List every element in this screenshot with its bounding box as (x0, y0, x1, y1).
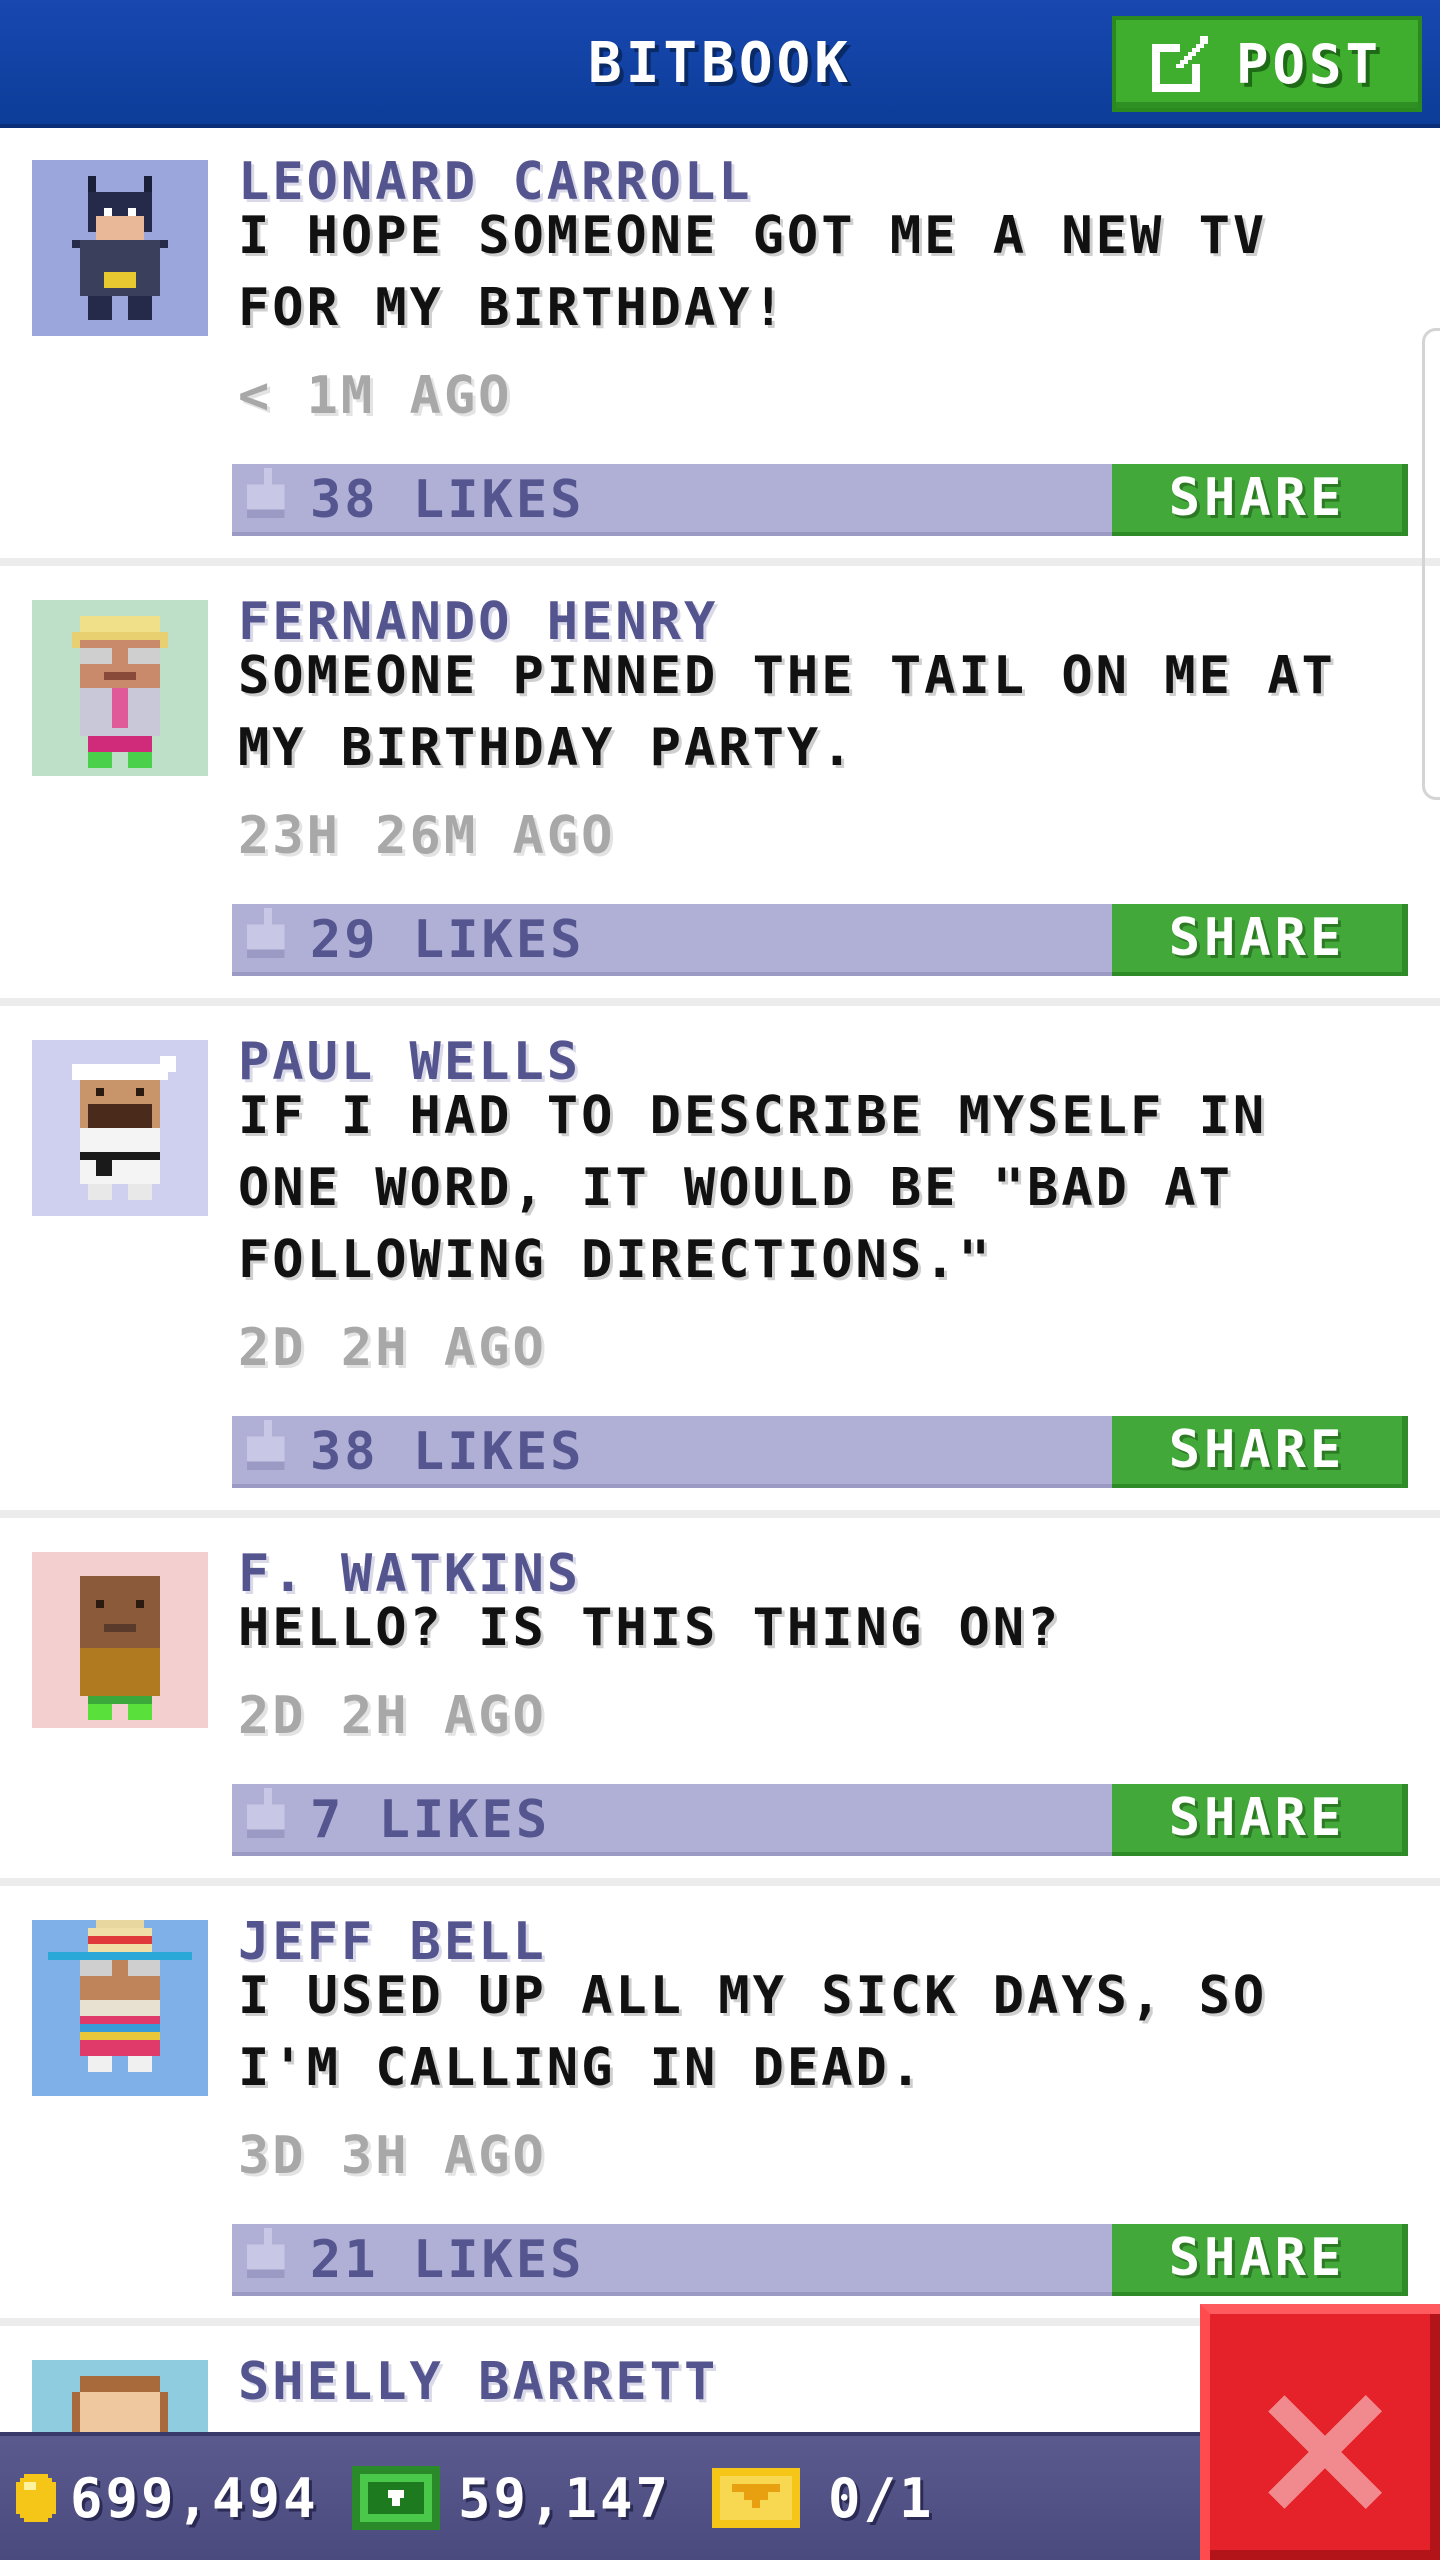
tickets-value: 0/1 (828, 2466, 935, 2530)
likes-bar: 38 LIKES SHARE (232, 1416, 1408, 1488)
feed-post: FERNANDO HENRY SOMEONE PINNED THE TAIL O… (0, 572, 1440, 1006)
bald-man-avatar-icon (80, 1576, 160, 1720)
post-time: < 1M AGO (238, 366, 513, 426)
woman-avatar-icon (72, 2376, 168, 2432)
avatar[interactable] (32, 1920, 208, 2096)
like-button[interactable]: 38 LIKES (232, 464, 584, 536)
post-time: 3D 3H AGO (238, 2126, 547, 2186)
avatar[interactable] (32, 600, 208, 776)
like-button[interactable]: 21 LIKES (232, 2224, 584, 2296)
likes-count: 38 LIKES (310, 1422, 585, 1482)
karate-man-avatar-icon (72, 1056, 176, 1200)
close-icon (1268, 2395, 1382, 2509)
post-author[interactable]: SHELLY BARRETT (238, 2352, 718, 2412)
bux-stat: 59,147 (352, 2436, 671, 2560)
like-button[interactable]: 38 LIKES (232, 1416, 584, 1488)
post-divider (0, 558, 1440, 566)
scroll-indicator[interactable] (1422, 328, 1440, 800)
feed-post: JEFF BELL I USED UP ALL MY SICK DAYS, SO… (0, 1892, 1440, 2326)
coin-icon (16, 2474, 56, 2522)
avatar[interactable] (32, 1552, 208, 1728)
share-button[interactable]: SHARE (1112, 2224, 1408, 2296)
post-time: 23H 26M AGO (238, 806, 616, 866)
thumbs-up-icon (247, 1420, 285, 1470)
likes-bar: 38 LIKES SHARE (232, 464, 1408, 536)
bux-value: 59,147 (458, 2466, 672, 2530)
sombrero-man-avatar-icon (48, 1920, 192, 2072)
post-message: I HOPE SOMEONE GOT ME A NEW TV FOR MY BI… (238, 206, 1268, 338)
like-button[interactable]: 29 LIKES (232, 904, 584, 976)
avatar[interactable] (32, 160, 208, 336)
coins-stat: 699,494 (8, 2436, 319, 2560)
news-feed[interactable]: LEONARD CARROLL I HOPE SOMEONE GOT ME A … (0, 132, 1440, 2432)
post-message: IF I HAD TO DESCRIBE MYSELF IN ONE WORD,… (238, 1086, 1268, 1290)
close-button[interactable] (1200, 2304, 1440, 2560)
app-header: BITBOOK POST (0, 0, 1440, 128)
feed-post: PAUL WELLS IF I HAD TO DESCRIBE MYSELF I… (0, 1012, 1440, 1518)
edit-icon (1152, 36, 1208, 92)
ticket-icon (712, 2468, 800, 2528)
share-button[interactable]: SHARE (1112, 1416, 1408, 1488)
tickets-stat: 0/1 (712, 2436, 935, 2560)
like-button[interactable]: 7 LIKES (232, 1784, 550, 1856)
post-button[interactable]: POST (1112, 16, 1422, 112)
thumbs-up-icon (247, 468, 285, 518)
likes-count: 21 LIKES (310, 2230, 585, 2290)
feed-post: LEONARD CARROLL I HOPE SOMEONE GOT ME A … (0, 132, 1440, 566)
likes-bar: 21 LIKES SHARE (232, 2224, 1408, 2296)
likes-bar: 7 LIKES SHARE (232, 1784, 1408, 1856)
post-time: 2D 2H AGO (238, 1318, 547, 1378)
feed-post: F. WATKINS HELLO? IS THIS THING ON? 2D 2… (0, 1524, 1440, 1886)
blonde-man-avatar-icon (72, 616, 168, 768)
post-divider (0, 1878, 1440, 1886)
thumbs-up-icon (247, 1788, 285, 1838)
post-divider (0, 1510, 1440, 1518)
likes-count: 7 LIKES (310, 1790, 551, 1850)
post-message: SOMEONE PINNED THE TAIL ON ME AT MY BIRT… (238, 646, 1336, 778)
avatar[interactable] (32, 2360, 208, 2432)
likes-count: 29 LIKES (310, 910, 585, 970)
share-button[interactable]: SHARE (1112, 464, 1408, 536)
share-button[interactable]: SHARE (1112, 904, 1408, 976)
post-button-label: POST (1236, 32, 1383, 96)
post-message: HELLO? IS THIS THING ON? (238, 1598, 1062, 1658)
thumbs-up-icon (247, 908, 285, 958)
batman-avatar-icon (72, 176, 168, 320)
post-message: I USED UP ALL MY SICK DAYS, SO I'M CALLI… (238, 1966, 1268, 2098)
share-button[interactable]: SHARE (1112, 1784, 1408, 1856)
avatar[interactable] (32, 1040, 208, 1216)
likes-count: 38 LIKES (310, 470, 585, 530)
likes-bar: 29 LIKES SHARE (232, 904, 1408, 976)
thumbs-up-icon (247, 2228, 285, 2278)
post-divider (0, 998, 1440, 1006)
bux-icon (352, 2466, 440, 2530)
post-time: 2D 2H AGO (238, 1686, 547, 1746)
coins-value: 699,494 (70, 2466, 319, 2530)
